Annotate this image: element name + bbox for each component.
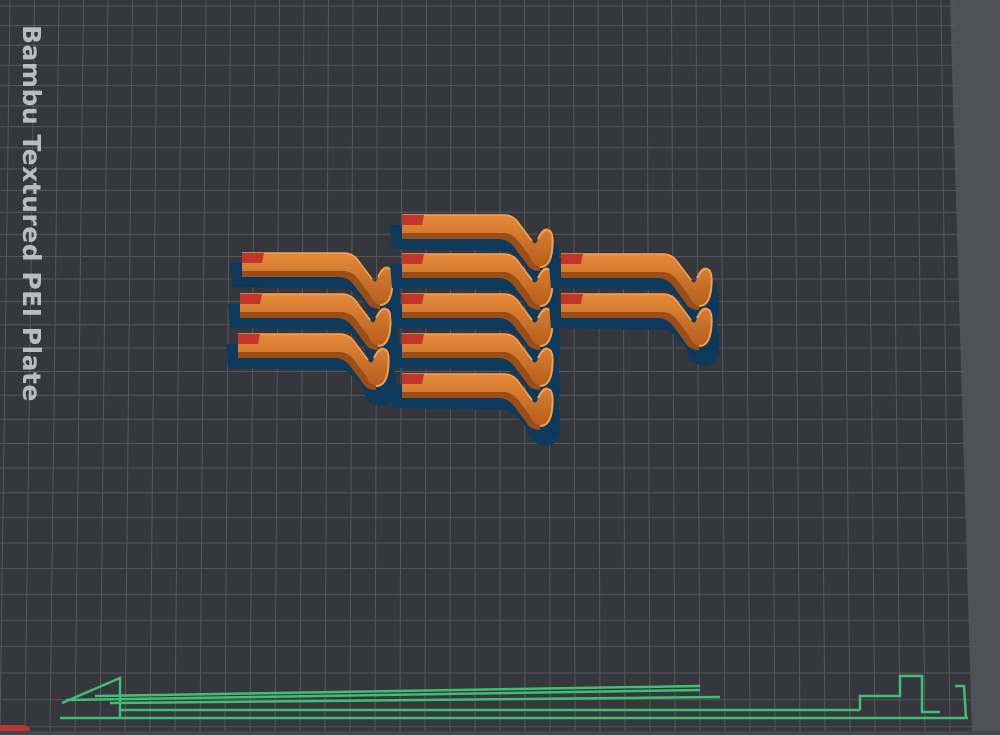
corner-indicator — [0, 725, 30, 731]
build-plate-scene[interactable] — [0, 0, 1000, 732]
3d-viewport[interactable]: Bambu Textured PEI Plate — [0, 0, 1000, 732]
